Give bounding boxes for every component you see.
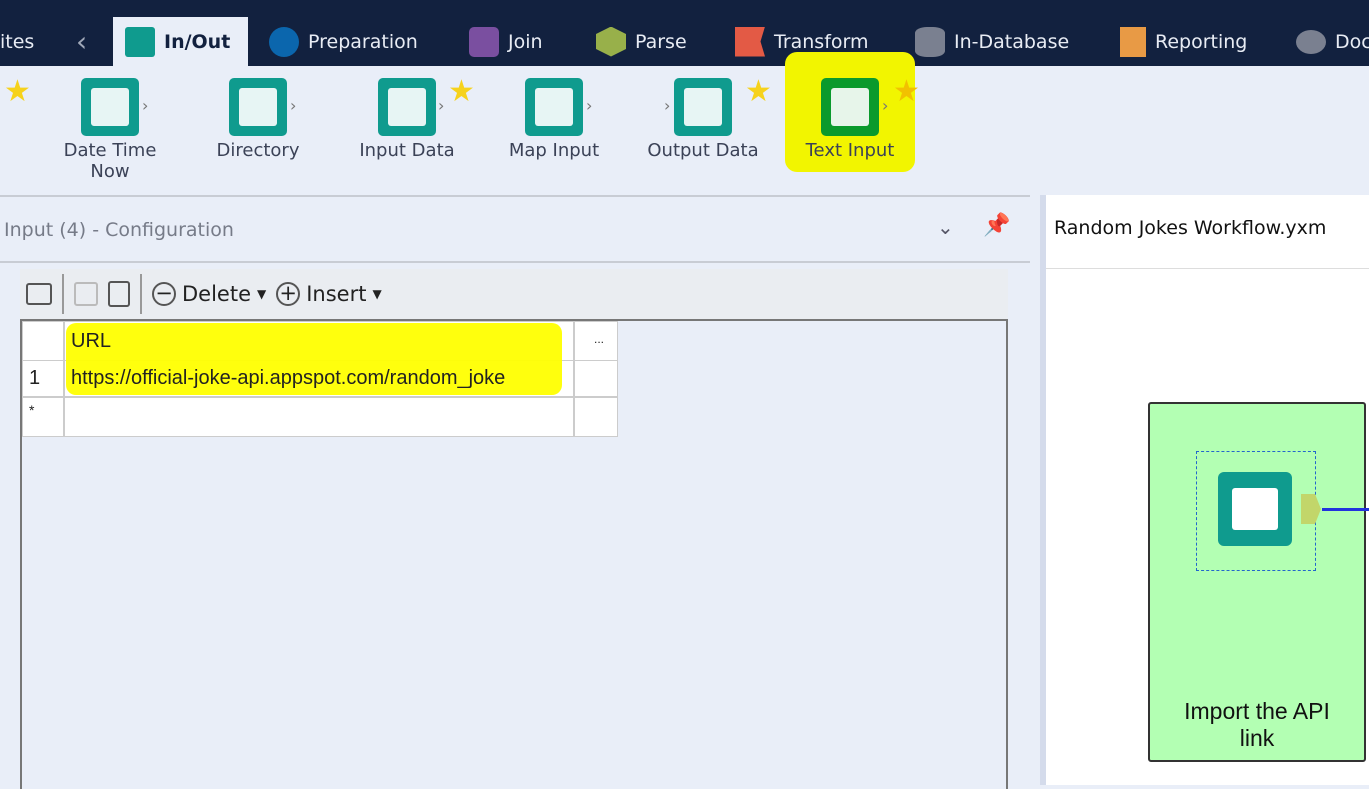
- add-column-button[interactable]: ...: [574, 321, 618, 361]
- tab-in-database[interactable]: In-Database: [915, 17, 1069, 66]
- tab-label: Parse: [635, 30, 687, 53]
- scroll-left-icon[interactable]: ‹: [76, 17, 87, 66]
- tab-label: In-Database: [954, 30, 1070, 53]
- output-anchor-icon[interactable]: [1301, 494, 1321, 524]
- configuration-panel: Input (4) - Configuration ⌄ 📌 − Delete ▼ +…: [0, 195, 1030, 789]
- tab-favorites[interactable]: ites: [0, 17, 34, 66]
- row-num: 1: [29, 367, 41, 389]
- tool-container[interactable]: Import the API link: [1148, 402, 1369, 762]
- tab-label: Doc: [1335, 30, 1369, 53]
- database-icon: [915, 26, 945, 57]
- separator: [62, 274, 64, 314]
- tool-directory[interactable]: Directory: [198, 78, 318, 161]
- tool-label: Date Time Now: [63, 140, 157, 182]
- flag-icon: [735, 26, 765, 57]
- text-input-icon: [1218, 472, 1292, 546]
- chevron-right-icon: ›: [290, 96, 297, 115]
- tab-label: Transform: [774, 30, 869, 53]
- pin-icon[interactable]: 📌: [983, 213, 1010, 238]
- tab-documentation[interactable]: Doc: [1296, 17, 1369, 66]
- copy-icon[interactable]: [74, 282, 98, 306]
- text-input-tool-node[interactable]: [1196, 451, 1321, 571]
- folder-open-icon[interactable]: [26, 283, 52, 305]
- favorite-star-icon[interactable]: ★: [893, 74, 920, 109]
- dropdown-arrow-icon: ▼: [372, 287, 382, 301]
- workflow-canvas[interactable]: Random Jokes Workflow.yxm Import the API…: [1040, 195, 1369, 785]
- header-label: URL: [71, 330, 112, 352]
- tab-preparation[interactable]: Preparation: [269, 17, 418, 66]
- tool-text-input[interactable]: Text Input: [790, 78, 910, 161]
- container-caption: Import the API link: [1184, 698, 1330, 751]
- text-input-icon: [821, 78, 879, 136]
- output-icon: [674, 78, 732, 136]
- cell-value: https://official-joke-api.appspot.com/ra…: [71, 367, 506, 389]
- paste-icon[interactable]: [108, 281, 130, 307]
- empty-cell: [574, 397, 618, 437]
- chevron-down-icon[interactable]: ⌄: [937, 215, 954, 239]
- hexagon-icon: [596, 26, 626, 57]
- tab-label: In/Out: [164, 30, 231, 53]
- favorite-star-icon[interactable]: ★: [448, 74, 475, 109]
- separator: [140, 274, 142, 314]
- dropdown-arrow-icon: ▼: [257, 287, 267, 301]
- chevron-right-icon: ›: [142, 96, 149, 115]
- favorite-star-icon[interactable]: ★: [4, 74, 31, 109]
- tab-label: Join: [508, 30, 543, 53]
- new-row-cell[interactable]: [64, 397, 574, 437]
- tool-label: Directory: [216, 140, 300, 161]
- tab-label: ites: [0, 30, 35, 53]
- chevron-right-icon: ›: [882, 96, 889, 115]
- more-label: ...: [593, 332, 604, 346]
- document-icon: [1120, 26, 1146, 57]
- tool-palette: ★ Date Time Now › Directory › Input Data…: [0, 52, 1369, 195]
- globe-icon: [525, 78, 583, 136]
- tool-label: Map Input: [508, 140, 600, 161]
- corner-cell: [22, 321, 64, 361]
- chevron-right-icon: ›: [586, 96, 593, 115]
- text-input-grid: URL ... 1 https://official-joke-api.apps…: [20, 319, 1008, 789]
- tab-reporting[interactable]: Reporting: [1120, 17, 1247, 66]
- panel-title: Input (4) - Configuration: [4, 219, 234, 241]
- chevron-right-icon: ›: [438, 96, 445, 115]
- circle-icon: [269, 26, 299, 57]
- tab-join[interactable]: Join: [469, 17, 543, 66]
- favorite-star-icon[interactable]: ★: [745, 74, 772, 109]
- minus-circle-icon: −: [152, 282, 176, 306]
- connection-line: [1322, 508, 1369, 511]
- tab-label: Reporting: [1155, 30, 1248, 53]
- folder-icon: [125, 26, 155, 57]
- insert-button[interactable]: + Insert ▼: [276, 282, 382, 306]
- tool-label: Output Data: [647, 140, 759, 161]
- book-icon: [378, 78, 436, 136]
- row-number: 1: [22, 361, 64, 397]
- tab-in-out[interactable]: In/Out: [113, 17, 249, 66]
- tool-date-time-now[interactable]: Date Time Now: [50, 78, 170, 182]
- comment-icon: [1296, 29, 1326, 54]
- insert-label: Insert: [306, 282, 367, 306]
- marker: *: [29, 402, 35, 418]
- directory-icon: [229, 78, 287, 136]
- plus-circle-icon: +: [276, 282, 301, 306]
- tab-parse[interactable]: Parse: [596, 17, 687, 66]
- calendar-clock-icon: [81, 78, 139, 136]
- delete-label: Delete: [182, 282, 251, 306]
- divider: [0, 261, 1030, 263]
- category-tab-bar: ites ‹ In/Out Preparation Join Parse Tra…: [0, 0, 1369, 66]
- square-icon: [469, 26, 499, 57]
- tool-label: Text Input: [805, 140, 895, 161]
- grid-toolbar: − Delete ▼ + Insert ▼: [20, 269, 1008, 319]
- delete-button[interactable]: − Delete ▼: [152, 282, 266, 306]
- tool-map-input[interactable]: Map Input: [494, 78, 614, 161]
- tool-label: Input Data: [359, 140, 455, 161]
- workflow-tab-title[interactable]: Random Jokes Workflow.yxm: [1046, 195, 1369, 269]
- new-row-marker: *: [22, 397, 64, 437]
- empty-cell: [574, 361, 618, 397]
- tab-label: Preparation: [308, 30, 418, 53]
